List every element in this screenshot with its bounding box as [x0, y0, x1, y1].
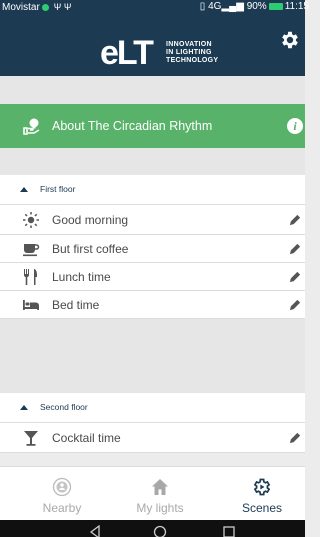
edit-pencil-icon[interactable]: [289, 213, 302, 226]
scene-row-lunch-time[interactable]: Lunch time: [0, 263, 305, 291]
elt-logo: eLT INNOVATION IN LIGHTING TECHNOLOGY: [100, 34, 230, 72]
scene-row-but-first-coffee[interactable]: But first coffee: [0, 235, 305, 263]
edit-pencil-icon[interactable]: [289, 270, 302, 283]
home-icon: [152, 479, 168, 495]
scenes-gear-icon: [253, 478, 271, 496]
nav-my-lights[interactable]: My lights: [115, 467, 205, 521]
status-dot-icon: [41, 3, 49, 11]
scene-label: Cocktail time: [52, 431, 121, 445]
vibrate-icon: ▯: [199, 1, 206, 12]
scene-label: Good morning: [52, 213, 129, 227]
bottom-navigation: Nearby My lights Scenes: [0, 466, 305, 520]
battery-icon: [268, 2, 283, 10]
clock: 11:15: [284, 1, 309, 12]
carrier-label: Movistar: [2, 2, 40, 13]
nav-scenes[interactable]: Scenes: [217, 467, 307, 521]
system-navigation-bar: [0, 520, 305, 537]
section-header-first-floor[interactable]: First floor: [0, 175, 305, 205]
spacer: [0, 148, 305, 175]
scene-row-bed-time[interactable]: Bed time: [0, 291, 305, 319]
section-header-second-floor[interactable]: Second floor: [0, 393, 305, 423]
section-title: First floor: [40, 184, 76, 194]
coffee-cup-icon: [23, 244, 40, 257]
fork-knife-icon: [24, 269, 37, 285]
spacer: [0, 319, 305, 393]
nav-label: Scenes: [241, 501, 283, 515]
scene-label: Bed time: [52, 298, 100, 312]
edit-pencil-icon[interactable]: [289, 242, 302, 255]
nav-label: My lights: [136, 501, 184, 515]
circadian-label: About The Circadian Rhythm: [52, 119, 213, 133]
spacer: [0, 76, 305, 104]
nav-nearby[interactable]: Nearby: [17, 467, 107, 521]
signal-icon: ▂▄▆: [221, 1, 244, 12]
collapse-triangle-icon[interactable]: [20, 187, 28, 192]
section-title: Second floor: [40, 402, 88, 412]
usb-icons: Ψ Ψ: [53, 2, 72, 12]
home-button-icon[interactable]: [153, 525, 167, 537]
back-icon[interactable]: [88, 525, 102, 537]
nav-label: Nearby: [42, 501, 82, 515]
scene-label: But first coffee: [52, 242, 129, 256]
logo-mark: eLT: [100, 34, 154, 72]
logo-tagline: INNOVATION IN LIGHTING TECHNOLOGY: [166, 41, 219, 64]
edit-pencil-icon[interactable]: [289, 431, 302, 444]
recents-icon[interactable]: [222, 525, 236, 537]
scene-label: Lunch time: [52, 270, 111, 284]
bulb-hand-icon: [23, 118, 40, 135]
sun-icon: [23, 212, 39, 228]
app-bar: eLT INNOVATION IN LIGHTING TECHNOLOGY: [0, 14, 305, 76]
edit-pencil-icon[interactable]: [289, 298, 302, 311]
settings-gear-icon[interactable]: [279, 29, 301, 51]
collapse-triangle-icon[interactable]: [20, 405, 28, 410]
cocktail-glass-icon: [24, 431, 38, 446]
battery-percent: 90%: [246, 1, 267, 12]
status-bar: Movistar Ψ Ψ ▯ 4G▂▄▆ 90% 11:15: [0, 0, 309, 14]
scene-row-cocktail-time[interactable]: Cocktail time: [0, 423, 305, 453]
signal-label: 4G: [208, 1, 222, 12]
nearby-icon: [52, 477, 72, 497]
info-icon[interactable]: i: [287, 118, 303, 134]
circadian-rhythm-banner[interactable]: About The Circadian Rhythm i: [0, 104, 305, 148]
bed-icon: [23, 300, 39, 310]
scene-row-good-morning[interactable]: Good morning: [0, 205, 305, 235]
